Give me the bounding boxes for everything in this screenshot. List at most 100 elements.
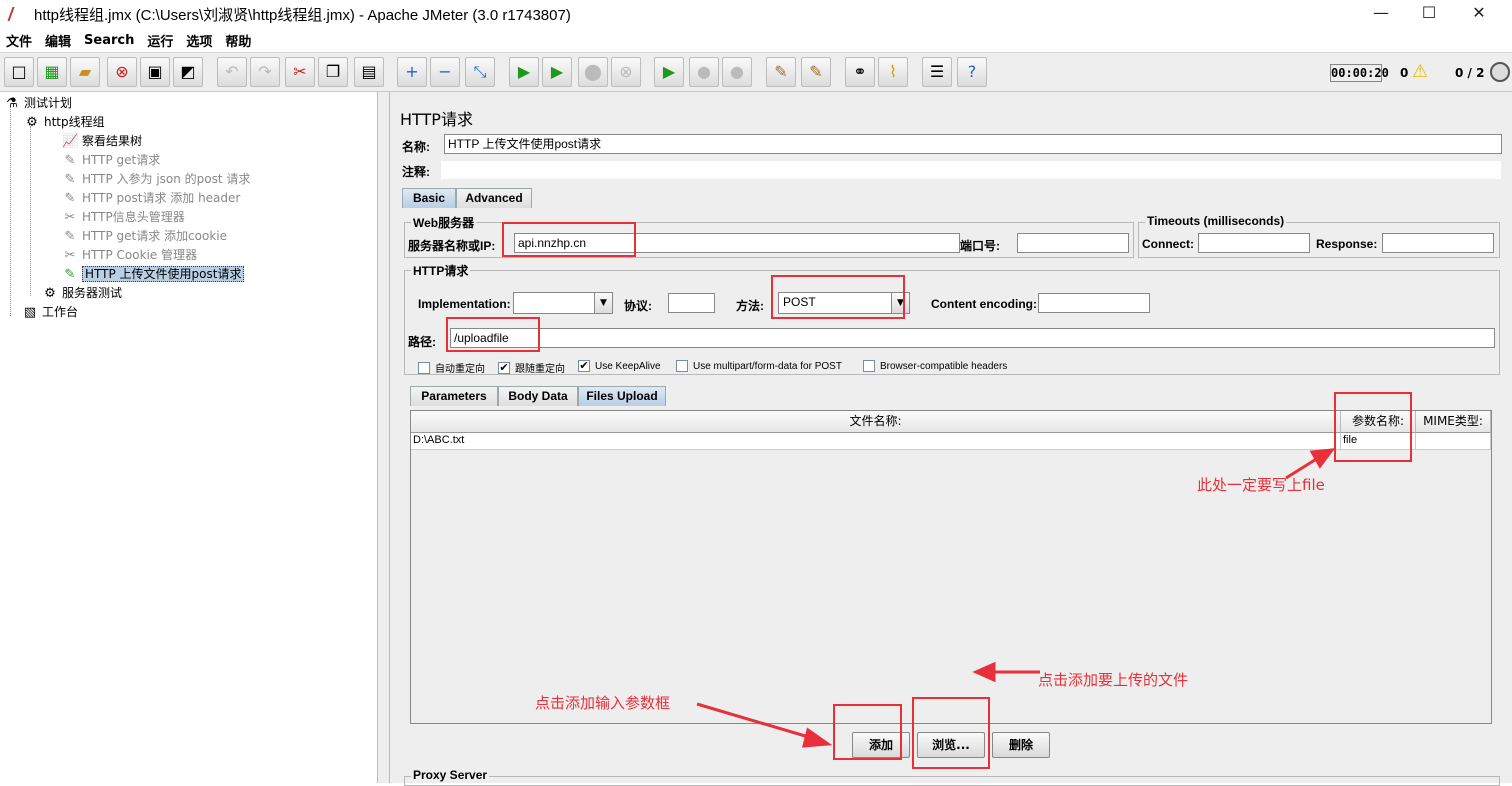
- menu-help[interactable]: 帮助: [225, 31, 251, 50]
- collapse-icon[interactable]: −: [430, 57, 460, 87]
- col-mime-type[interactable]: MIME类型:: [1416, 411, 1491, 433]
- search-binoculars-icon[interactable]: ⚭: [845, 57, 875, 87]
- config-icon: ✂: [64, 210, 76, 225]
- method-label: 方法:: [736, 299, 764, 313]
- tree-item-post-header[interactable]: ✎ HTTP post请求 添加 header: [62, 189, 241, 207]
- tab-basic[interactable]: Basic: [402, 188, 456, 208]
- pane-splitter[interactable]: [378, 92, 390, 783]
- tree-item-result-tree[interactable]: 📈 察看结果树: [62, 132, 142, 150]
- workbench-icon: ▧: [23, 305, 37, 320]
- tree-item-get-cookie[interactable]: ✎ HTTP get请求 添加cookie: [62, 227, 227, 245]
- shutdown-icon[interactable]: ⊗: [611, 57, 641, 87]
- tab-advanced[interactable]: Advanced: [456, 188, 532, 208]
- menu-options[interactable]: 选项: [186, 31, 212, 50]
- elapsed-timer: 00:00:20: [1330, 64, 1389, 82]
- browser-headers-checkbox[interactable]: Browser-compatible headers: [863, 360, 1007, 372]
- menu-search[interactable]: Search: [84, 33, 134, 48]
- tree-item-header-manager[interactable]: ✂ HTTP信息头管理器: [62, 208, 185, 226]
- name-label: 名称:: [402, 140, 430, 154]
- tree-item-test-plan[interactable]: ⚗ 测试计划: [4, 94, 72, 112]
- checkbox-box: [418, 361, 430, 374]
- cell-mime-type[interactable]: [1416, 433, 1491, 450]
- maximize-button[interactable]: ☐: [1406, 0, 1452, 28]
- connect-label: Connect:: [1142, 237, 1194, 251]
- menu-file[interactable]: 文件: [6, 31, 32, 50]
- port-field[interactable]: [1017, 233, 1129, 253]
- menu-edit[interactable]: 编辑: [45, 31, 71, 50]
- stop-icon[interactable]: ⬤: [578, 57, 608, 87]
- title-bar: http线程组.jmx (C:\Users\刘淑贤\http线程组.jmx) -…: [0, 0, 1512, 28]
- save-screenshot-icon[interactable]: ◩: [173, 57, 203, 87]
- tab-files-upload[interactable]: Files Upload: [578, 386, 666, 406]
- path-field[interactable]: /uploadfile: [450, 328, 1495, 348]
- copy-icon[interactable]: ❐: [318, 57, 348, 87]
- sampler-icon: ✎: [64, 229, 76, 244]
- keepalive-checkbox[interactable]: ✔ Use KeepAlive: [578, 360, 661, 372]
- remote-stop-icon[interactable]: ●: [689, 57, 719, 87]
- response-timeout-field[interactable]: [1382, 233, 1494, 253]
- cut-icon[interactable]: ✂: [285, 57, 315, 87]
- redo-icon[interactable]: ↷: [250, 57, 280, 87]
- remote-shutdown-icon[interactable]: ●: [722, 57, 752, 87]
- highlight-browse: [912, 697, 990, 769]
- save-icon[interactable]: ▣: [140, 57, 170, 87]
- checkbox-box: [863, 360, 875, 372]
- tree-item-get-request[interactable]: ✎ HTTP get请求: [62, 151, 161, 169]
- tree-item-thread-group[interactable]: ⚙ http线程组: [24, 113, 104, 131]
- clear-all-icon[interactable]: ✎: [801, 57, 831, 87]
- minimize-button[interactable]: —: [1358, 0, 1404, 28]
- sampler-icon: ✎: [64, 153, 76, 168]
- name-field[interactable]: HTTP 上传文件使用post请求: [444, 134, 1502, 154]
- tree-item-workbench[interactable]: ▧ 工作台: [22, 303, 78, 321]
- path-label: 路径:: [408, 335, 436, 349]
- tab-body-data[interactable]: Body Data: [498, 386, 578, 406]
- delete-button[interactable]: 删除: [992, 732, 1050, 758]
- warning-icon[interactable]: ⚠: [1412, 61, 1428, 82]
- help-icon[interactable]: ?: [957, 57, 987, 87]
- toggle-icon[interactable]: ⤡: [465, 57, 495, 87]
- tree-line: [30, 126, 31, 296]
- redirect-auto-checkbox[interactable]: 自动重定向: [418, 360, 485, 375]
- follow-redirects-checkbox[interactable]: ✔ 跟随重定向: [498, 360, 565, 375]
- warning-count: 0: [1400, 66, 1409, 80]
- remote-start-icon[interactable]: ▶: [654, 57, 684, 87]
- check-icon: ✔: [578, 360, 590, 372]
- jmeter-feather-icon: [7, 7, 27, 21]
- connect-timeout-field[interactable]: [1198, 233, 1310, 253]
- close-button[interactable]: ✕: [1456, 0, 1502, 28]
- encoding-field[interactable]: [1038, 293, 1150, 313]
- multipart-checkbox[interactable]: Use multipart/form-data for POST: [676, 360, 842, 372]
- new-icon[interactable]: □: [4, 57, 34, 87]
- tab-parameters[interactable]: Parameters: [410, 386, 498, 406]
- result-tree-icon: 📈: [62, 134, 79, 149]
- start-icon[interactable]: ▶: [509, 57, 539, 87]
- implementation-select[interactable]: ▼: [513, 292, 613, 314]
- paste-icon[interactable]: ▤: [354, 57, 384, 87]
- undo-icon[interactable]: ↶: [217, 57, 247, 87]
- sampler-icon: ✎: [64, 172, 76, 187]
- annotation-add-note: 点击添加输入参数框: [535, 694, 671, 712]
- cell-file-path[interactable]: D:\ABC.txt: [411, 433, 1341, 450]
- tree-item-server-test[interactable]: ⚙ 服务器测试: [42, 284, 122, 302]
- timeouts-legend: Timeouts (milliseconds): [1145, 214, 1287, 228]
- start-no-pause-icon[interactable]: ▶: [542, 57, 572, 87]
- protocol-field[interactable]: [668, 293, 715, 313]
- expand-icon[interactable]: +: [397, 57, 427, 87]
- tree-item-cookie-manager[interactable]: ✂ HTTP Cookie 管理器: [62, 246, 198, 264]
- open-icon[interactable]: ▰: [70, 57, 100, 87]
- templates-icon[interactable]: ▦: [37, 57, 67, 87]
- clear-icon[interactable]: ✎: [766, 57, 796, 87]
- highlight-add: [833, 704, 902, 760]
- tree-item-json-post[interactable]: ✎ HTTP 入参为 json 的post 请求: [62, 170, 251, 188]
- protocol-label: 协议:: [624, 299, 652, 313]
- menu-run[interactable]: 运行: [147, 31, 173, 50]
- function-helper-icon[interactable]: ☰: [922, 57, 952, 87]
- chevron-down-icon: ▼: [594, 293, 612, 313]
- toolbar: □ ▦ ▰ ⊗ ▣ ◩ ↶ ↷ ✂ ❐ ▤ + − ⤡ ▶ ▶ ⬤ ⊗ ▶ ● …: [0, 52, 1512, 92]
- comment-field[interactable]: [440, 160, 1502, 180]
- http-request-legend: HTTP请求: [411, 262, 471, 279]
- close-file-icon[interactable]: ⊗: [107, 57, 137, 87]
- reset-search-broom-icon[interactable]: ⌇: [878, 57, 908, 87]
- col-file-name[interactable]: 文件名称:: [411, 411, 1341, 433]
- tree-item-upload-post[interactable]: ✎ HTTP 上传文件使用post请求: [62, 265, 245, 283]
